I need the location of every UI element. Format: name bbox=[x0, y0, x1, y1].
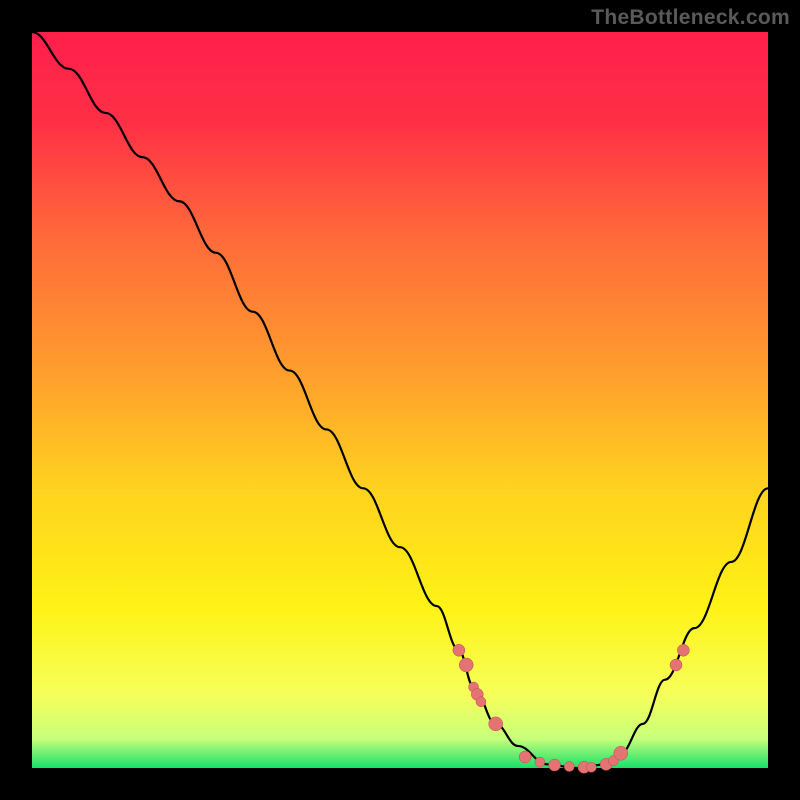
bottleneck-curve-chart bbox=[0, 0, 800, 800]
curve-marker bbox=[670, 659, 682, 671]
curve-marker bbox=[586, 762, 596, 772]
watermark: TheBottleneck.com bbox=[591, 6, 790, 30]
curve-marker bbox=[476, 697, 486, 707]
curve-marker bbox=[519, 751, 531, 763]
curve-marker bbox=[535, 757, 545, 767]
curve-marker bbox=[459, 658, 473, 672]
chart-container: TheBottleneck.com bbox=[0, 0, 800, 800]
curve-marker bbox=[453, 644, 465, 656]
curve-marker bbox=[564, 762, 574, 772]
curve-marker bbox=[614, 746, 628, 760]
curve-marker bbox=[489, 717, 503, 731]
plot-area bbox=[32, 32, 768, 768]
curve-marker bbox=[677, 644, 689, 656]
curve-marker bbox=[549, 759, 561, 771]
